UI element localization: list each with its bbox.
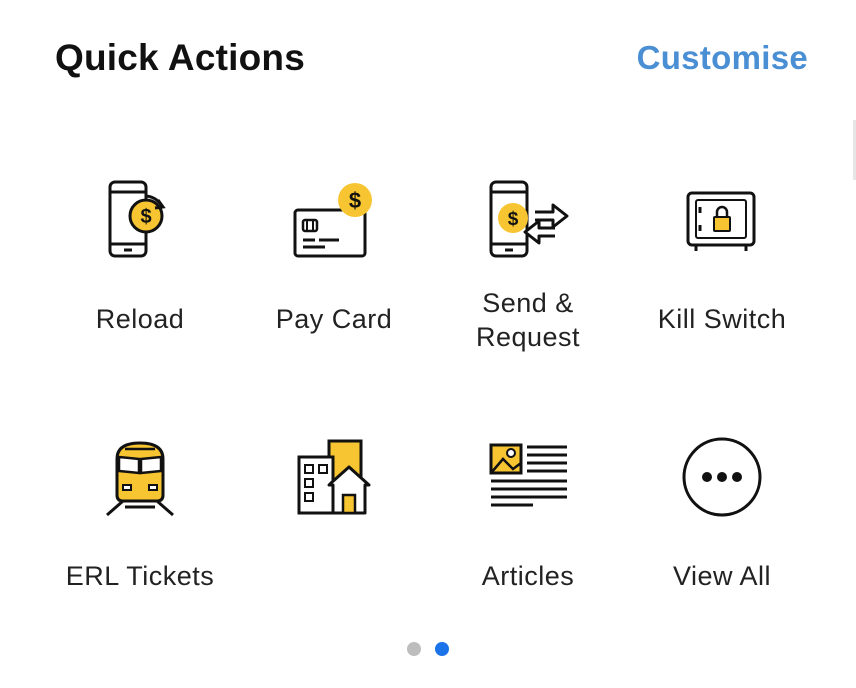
train-icon xyxy=(90,425,190,535)
action-label: Kill Switch xyxy=(657,304,787,334)
action-label: Reload xyxy=(95,304,185,334)
action-label: Pay Card xyxy=(275,304,393,334)
page-dot-2[interactable] xyxy=(435,642,449,656)
svg-text:$: $ xyxy=(508,209,519,230)
quick-actions-grid: $ Reload $ Pay Card $ Send & Request Kil… xyxy=(43,150,819,632)
page-indicator xyxy=(0,642,856,656)
buildings-house-icon xyxy=(284,425,384,535)
action-reload[interactable]: $ Reload xyxy=(43,150,237,375)
phone-reload-dollar-icon: $ xyxy=(90,168,190,278)
action-send-request[interactable]: $ Send & Request xyxy=(431,150,625,375)
quick-actions-header: Quick Actions Customise xyxy=(55,30,808,86)
section-title: Quick Actions xyxy=(55,37,306,78)
action-pay-card[interactable]: $ Pay Card xyxy=(237,150,431,375)
quick-actions-panel: Quick Actions Customise $ Reload $ Pay C… xyxy=(0,0,856,688)
svg-text:$: $ xyxy=(140,206,151,228)
credit-card-dollar-icon: $ xyxy=(284,168,384,278)
page-dot-1[interactable] xyxy=(407,642,421,656)
action-articles[interactable]: Articles xyxy=(431,407,625,632)
phone-send-request-icon: $ xyxy=(478,168,578,278)
safe-lock-icon xyxy=(672,168,772,278)
action-label: Send & Request xyxy=(475,288,581,352)
customise-link[interactable]: Customise xyxy=(637,39,808,77)
action-kill-switch[interactable]: Kill Switch xyxy=(625,150,819,375)
action-label: View All xyxy=(672,561,772,591)
article-icon xyxy=(478,425,578,535)
action-label: Articles xyxy=(481,561,575,591)
action-label: ERL Tickets xyxy=(65,561,215,591)
action-erl-tickets[interactable]: ERL Tickets xyxy=(43,407,237,632)
action-property[interactable] xyxy=(237,407,431,632)
more-circle-icon xyxy=(672,425,772,535)
svg-text:$: $ xyxy=(349,188,361,213)
action-view-all[interactable]: View All xyxy=(625,407,819,632)
